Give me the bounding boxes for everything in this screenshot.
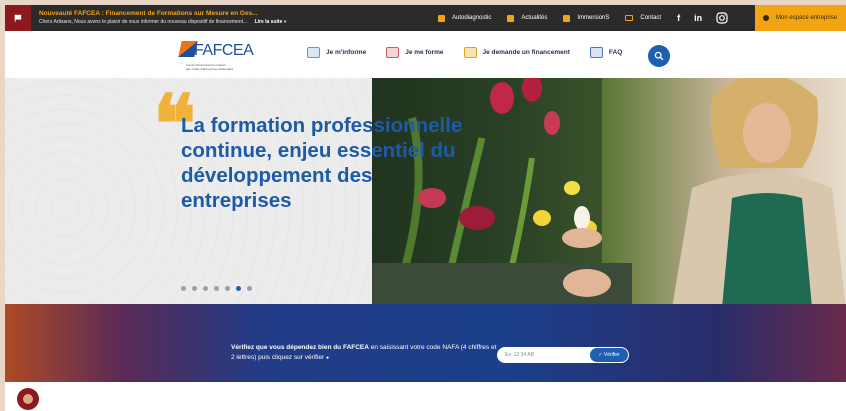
nav-label-informe: Je m'informe [326, 49, 367, 56]
slider-dots [181, 286, 258, 291]
user-icon [763, 15, 769, 21]
cookie-settings-button[interactable] [17, 388, 39, 410]
linkedin-icon: in [694, 13, 703, 23]
verify-button[interactable]: ✓ Vérifier [589, 347, 629, 363]
slider-dot[interactable] [225, 286, 230, 291]
site-header: FAFCEA Fonds d'Assurance Formation des C… [5, 31, 846, 78]
linkedin-link[interactable]: in [694, 13, 702, 23]
slider-dot[interactable] [203, 286, 208, 291]
actualites-label: Actualités [521, 15, 548, 21]
slider-dot[interactable] [247, 286, 252, 291]
instagram-icon [716, 12, 728, 24]
info-icon: ● [326, 355, 330, 361]
autodiagnostic-link[interactable]: Autodiagnostic [438, 14, 492, 22]
actualites-link[interactable]: Actualités [507, 14, 548, 22]
cookie-icon [23, 394, 33, 404]
slider-dot[interactable] [192, 286, 197, 291]
slider-dot[interactable] [181, 286, 186, 291]
nafa-placeholder: Ex: 12.34 AB [505, 352, 534, 358]
slider-dot[interactable] [214, 286, 219, 291]
contact-label: Contact [640, 15, 662, 21]
nafa-form: Ex: 12.34 AB ✓ Vérifier [497, 347, 629, 363]
funding-icon [463, 47, 477, 58]
nav-label-forme: Je me forme [405, 49, 444, 56]
nafa-instructions: Vérifiez que vous dépendez bien du FAFCE… [231, 343, 501, 363]
mail-icon [625, 15, 634, 21]
page-bottom [5, 382, 846, 411]
nav-faq[interactable]: FAQ [589, 47, 623, 58]
calendar-icon [563, 14, 571, 22]
document-icon [438, 14, 445, 22]
news-flag-icon [5, 5, 31, 31]
logo-text: FAFCEA [194, 42, 254, 59]
facebook-icon: f [677, 13, 681, 23]
hero-title: La formation professionnelle continue, e… [181, 114, 463, 212]
news-ticker[interactable]: Nouveauté FAFCEA : Financement de Format… [31, 9, 391, 27]
search-button[interactable] [648, 45, 670, 67]
logo-subtitle-2: des Chefs d'Entreprises Artisanales [186, 67, 234, 71]
slider-dot[interactable] [236, 286, 241, 291]
facebook-link[interactable]: f [677, 13, 680, 23]
main-nav: Je m'informe Je me forme Je demande un f… [307, 47, 642, 58]
search-icon [654, 51, 664, 61]
nav-je-m-informe[interactable]: Je m'informe [307, 47, 366, 58]
page-frame: Nouveauté FAFCEA : Financement de Format… [5, 5, 846, 411]
nafa-instructions-bold: Vérifiez que vous dépendez bien du FAFCE… [231, 344, 369, 351]
instagram-link[interactable] [716, 12, 728, 24]
training-icon [386, 47, 400, 58]
immersions-link[interactable]: ImmersionS [563, 14, 610, 22]
nav-label-financement: Je demande un financement [482, 49, 570, 56]
info-bubble-icon [307, 47, 320, 58]
faq-book-icon [589, 47, 603, 58]
top-bar: Nouveauté FAFCEA : Financement de Format… [5, 5, 846, 31]
business-space-button[interactable]: Mon espace entreprise [755, 5, 846, 31]
news-title[interactable]: Nouveauté FAFCEA : Financement de Format… [39, 9, 391, 18]
contact-link[interactable]: Contact [625, 15, 661, 21]
news-text: Chers Artisans, Nous avons le plaisir de… [39, 19, 248, 25]
news-icon [507, 14, 515, 22]
read-more-link[interactable]: Lire la suite » [255, 19, 287, 25]
news-excerpt: Chers Artisans, Nous avons le plaisir de… [39, 18, 391, 27]
nafa-code-input[interactable]: Ex: 12.34 AB [497, 347, 597, 363]
nafa-check-banner: Vérifiez que vous dépendez bien du FAFCE… [5, 304, 846, 382]
top-links: Autodiagnostic Actualités ImmersionS Con… [438, 12, 742, 24]
nav-label-faq: FAQ [608, 49, 623, 56]
nav-je-me-forme[interactable]: Je me forme [386, 47, 444, 58]
business-space-label: Mon espace entreprise [776, 15, 838, 21]
fafcea-logo[interactable]: FAFCEA Fonds d'Assurance Formation des C… [178, 39, 260, 73]
immersions-label: ImmersionS [577, 15, 610, 21]
nav-financement[interactable]: Je demande un financement [463, 47, 570, 58]
hero-slider: ❝ La formation professionnelle continue,… [5, 78, 846, 308]
autodiagnostic-label: Autodiagnostic [452, 15, 492, 21]
